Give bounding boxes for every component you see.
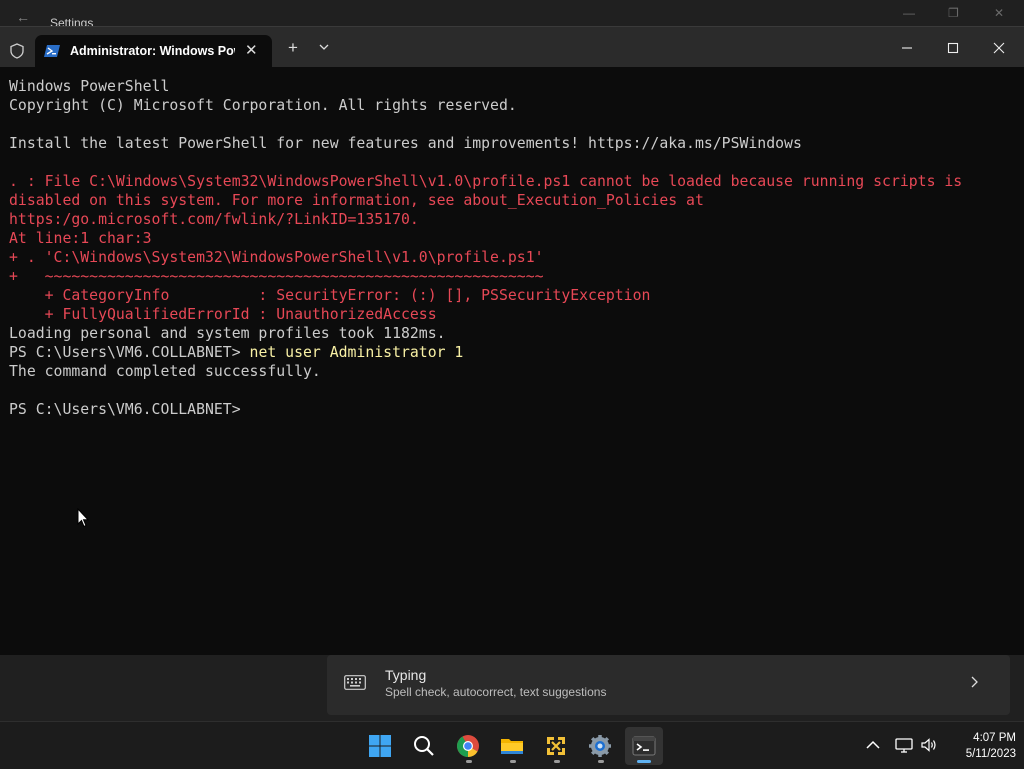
running-indicator	[554, 760, 560, 763]
terminal-window: Administrator: Windows PowerShell ✕ + Wi…	[0, 26, 1024, 655]
file-explorer-icon	[501, 739, 523, 754]
suggestion-description: Spell check, autocorrect, text suggestio…	[385, 685, 607, 699]
running-indicator	[466, 760, 472, 763]
console-line: PS C:\Users\VM6.COLLABNET>	[9, 400, 1019, 419]
suggestion-title: Typing	[385, 667, 427, 683]
console-error-text: + . 'C:\Windows\System32\WindowsPowerShe…	[9, 249, 544, 266]
console-line: disabled on this system. For more inform…	[9, 191, 1019, 210]
shield-icon	[10, 43, 24, 59]
app-button[interactable]	[537, 727, 575, 765]
terminal-tab-bar: Administrator: Windows PowerShell ✕ +	[0, 27, 1024, 68]
settings-suggestion-typing[interactable]: Typing Spell check, autocorrect, text su…	[327, 655, 1010, 715]
keyboard-icon	[344, 675, 366, 690]
console-text: Copyright (C) Microsoft Corporation. All…	[9, 97, 517, 114]
close-icon[interactable]	[990, 39, 1008, 57]
taskbar: 4:07 PM 5/11/2023	[0, 721, 1024, 769]
running-indicator	[598, 760, 604, 763]
console-text: Loading personal and system profiles too…	[9, 325, 446, 342]
tab-title: Administrator: Windows PowerShell	[70, 44, 235, 58]
clock[interactable]: 4:07 PM 5/11/2023	[946, 730, 1016, 762]
start-icon	[369, 735, 391, 757]
console-error-text: https:/go.microsoft.com/fwlink/?LinkID=1…	[9, 211, 419, 228]
chrome-button[interactable]	[449, 727, 487, 765]
console-line: + CategoryInfo : SecurityError: (:) [], …	[9, 286, 1019, 305]
console-line: + ~~~~~~~~~~~~~~~~~~~~~~~~~~~~~~~~~~~~~~…	[9, 267, 1019, 286]
console-command: net user Administrator 1	[249, 344, 464, 361]
console-text: Windows PowerShell	[9, 78, 170, 95]
console-line: https:/go.microsoft.com/fwlink/?LinkID=1…	[9, 210, 1019, 229]
console-text: Install the latest PowerShell for new fe…	[9, 135, 802, 152]
console-error-text: disabled on this system. For more inform…	[9, 192, 704, 209]
console-line: Install the latest PowerShell for new fe…	[9, 134, 1019, 153]
search-button[interactable]	[405, 727, 443, 765]
console-error-text: . : File C:\Windows\System32\WindowsPowe…	[9, 173, 963, 190]
tab-close-icon[interactable]: ✕	[245, 41, 258, 59]
console-error-text: + ~~~~~~~~~~~~~~~~~~~~~~~~~~~~~~~~~~~~~~…	[9, 268, 544, 285]
terminal-icon	[632, 736, 656, 756]
app-icon	[545, 735, 567, 757]
start-button[interactable]	[361, 727, 399, 765]
console-prompt: PS C:\Users\VM6.COLLABNET>	[9, 401, 241, 418]
minimize-icon[interactable]: —	[903, 6, 915, 20]
console-line: Windows PowerShell	[9, 77, 1019, 96]
tab-powershell[interactable]: Administrator: Windows PowerShell ✕	[35, 35, 272, 68]
clock-time: 4:07 PM	[973, 732, 1016, 744]
new-tab-icon[interactable]: +	[288, 39, 298, 56]
console-line: Copyright (C) Microsoft Corporation. All…	[9, 96, 1019, 115]
console-error-text: + CategoryInfo : SecurityError: (:) [], …	[9, 287, 651, 304]
minimize-icon[interactable]	[898, 39, 916, 57]
console-line: At line:1 char:3	[9, 229, 1019, 248]
file-explorer-button[interactable]	[493, 727, 531, 765]
console-prompt: PS C:\Users\VM6.COLLABNET>	[9, 344, 250, 361]
close-icon[interactable]: ✕	[994, 6, 1004, 20]
console-line: . : File C:\Windows\System32\WindowsPowe…	[9, 172, 1019, 191]
running-indicator	[510, 760, 516, 763]
search-icon	[414, 736, 434, 756]
settings-window-titlebar: ← Settings — ❐ ✕	[0, 0, 1024, 30]
console-error-text: At line:1 char:3	[9, 230, 152, 247]
console-error-text: + FullyQualifiedErrorId : UnauthorizedAc…	[9, 306, 437, 323]
chrome-icon	[457, 735, 479, 757]
maximize-icon[interactable]	[944, 39, 962, 57]
console-line: PS C:\Users\VM6.COLLABNET> net user Admi…	[9, 343, 1019, 362]
chevron-right-icon	[971, 676, 978, 688]
console-line: + . 'C:\Windows\System32\WindowsPowerShe…	[9, 248, 1019, 267]
back-arrow-icon[interactable]: ←	[16, 9, 30, 25]
clock-date: 5/11/2023	[965, 748, 1016, 760]
restore-icon[interactable]: ❐	[948, 6, 959, 20]
active-indicator	[637, 760, 651, 763]
console-line: Loading personal and system profiles too…	[9, 324, 1019, 343]
console-text: The command completed successfully.	[9, 363, 321, 380]
chevron-down-icon[interactable]	[318, 41, 330, 53]
console-output[interactable]: Windows PowerShell Copyright (C) Microsof…	[9, 77, 1019, 419]
network-icon[interactable]	[895, 736, 913, 754]
chevron-up-icon[interactable]	[864, 736, 882, 754]
settings-icon	[589, 735, 611, 757]
terminal-button[interactable]	[625, 727, 663, 765]
volume-icon[interactable]	[920, 736, 938, 754]
powershell-icon	[44, 45, 60, 57]
settings-button[interactable]	[581, 727, 619, 765]
console-line: + FullyQualifiedErrorId : UnauthorizedAc…	[9, 305, 1019, 324]
mouse-cursor-icon	[77, 508, 89, 528]
console-line: The command completed successfully.	[9, 362, 1019, 381]
